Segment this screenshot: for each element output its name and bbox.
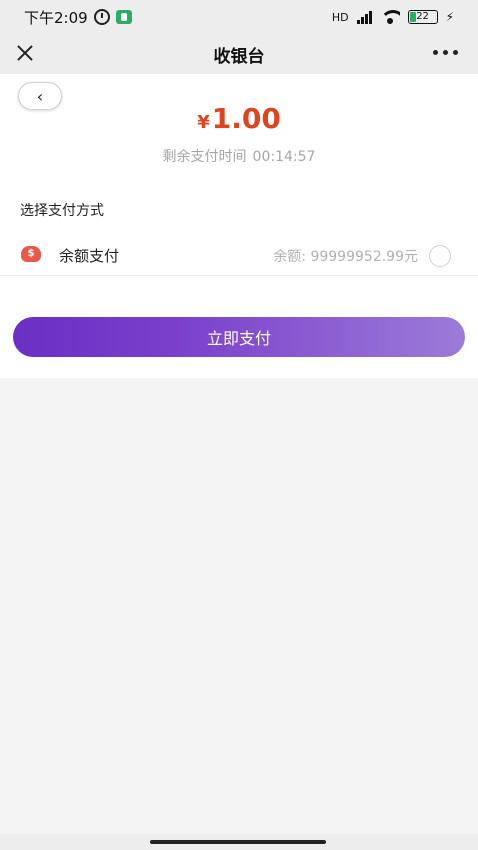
- status-bar: 下午2:09 HD 22 ⚡: [0, 0, 478, 34]
- wechat-icon: [115, 10, 132, 24]
- charging-icon: ⚡: [445, 10, 454, 24]
- payment-method-balance[interactable]: 余额支付 余额: 99999952.99元: [0, 234, 478, 276]
- battery-level: 22: [416, 11, 429, 22]
- alarm-icon: [93, 9, 110, 25]
- balance-text: 余额: 99999952.99元: [273, 249, 418, 265]
- wallet-icon: [21, 246, 41, 262]
- network-type: HD: [331, 10, 349, 24]
- page-title: 收银台: [213, 46, 265, 67]
- amount-value: 1.00: [211, 102, 281, 135]
- pay-now-button[interactable]: 立即支付: [13, 317, 465, 357]
- payment-card: ‹ ¥1.00 剩余支付时间00:14:57 选择支付方式 余额支付 余额: 9…: [0, 74, 478, 378]
- section-title: 选择支付方式: [20, 203, 104, 219]
- countdown-time: 00:14:57: [252, 149, 316, 165]
- radio-icon[interactable]: [429, 245, 451, 267]
- nav-bar: 收银台: [0, 34, 478, 74]
- home-indicator[interactable]: [150, 840, 326, 844]
- wifi-icon: [379, 10, 400, 24]
- status-left: 下午2:09: [24, 7, 132, 28]
- currency-symbol: ¥: [197, 112, 210, 133]
- battery-icon: 22: [407, 10, 438, 24]
- status-time: 下午2:09: [24, 8, 88, 27]
- payment-amount: ¥1.00: [0, 102, 478, 135]
- payment-method-label: 余额支付: [59, 247, 120, 265]
- countdown: 剩余支付时间 00:14:57: [0, 146, 478, 166]
- countdown-label: 剩余支付时间: [162, 149, 247, 165]
- status-right: HD 22 ⚡: [332, 10, 454, 24]
- close-icon[interactable]: [14, 42, 36, 64]
- more-icon[interactable]: [433, 50, 458, 55]
- signal-icon: [356, 10, 372, 24]
